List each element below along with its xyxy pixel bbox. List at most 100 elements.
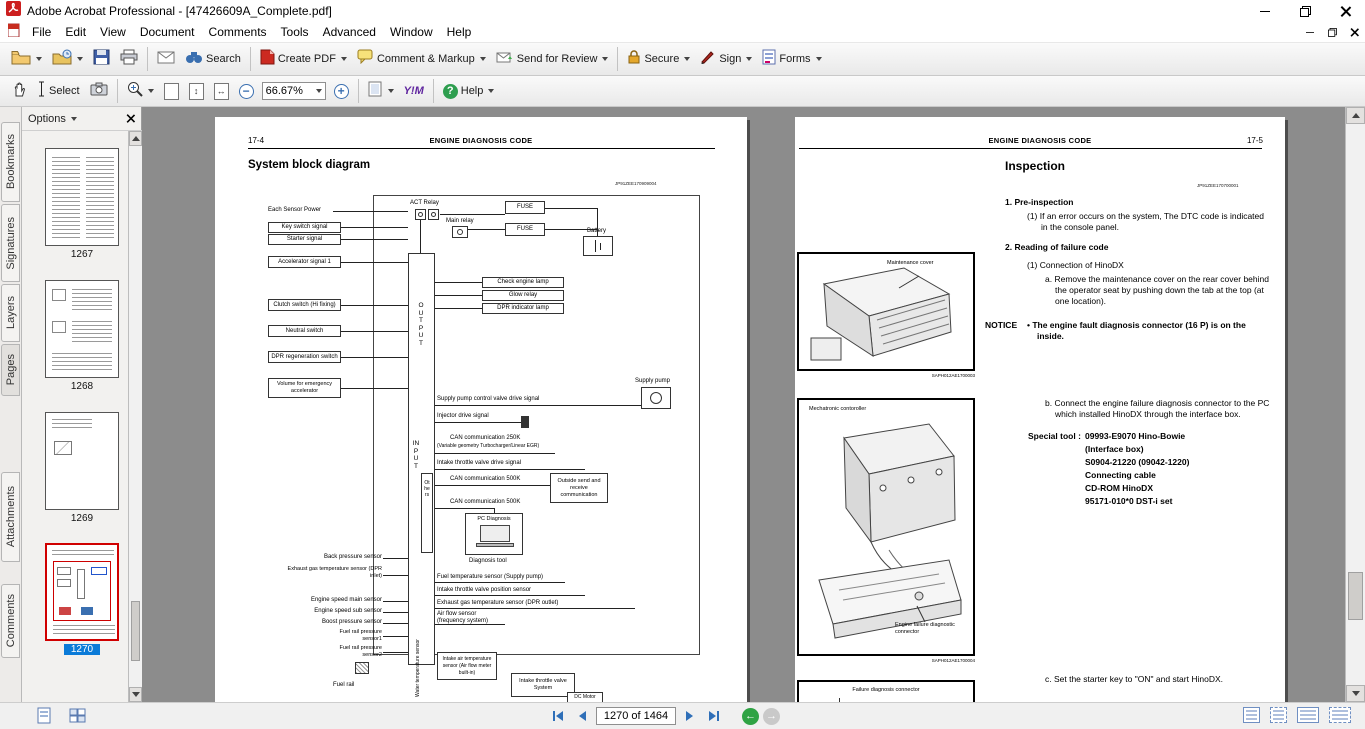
next-page-button[interactable] — [680, 706, 700, 726]
thumbnail-image[interactable] — [45, 543, 119, 641]
scroll-down-button[interactable] — [129, 687, 142, 702]
next-view-button[interactable]: → — [763, 708, 780, 725]
send-for-review-button[interactable]: Send for Review — [491, 46, 614, 72]
previous-view-button[interactable]: ← — [742, 708, 759, 725]
sign-button[interactable]: Sign — [695, 46, 757, 72]
thumbnail-image[interactable] — [45, 280, 119, 378]
page-thumbnail[interactable]: 1268 — [45, 280, 119, 392]
child-close-button[interactable] — [1345, 26, 1363, 39]
email-button[interactable] — [152, 46, 180, 72]
document-scrollbar[interactable] — [1345, 107, 1365, 702]
fit-width-button[interactable]: ↔ — [209, 78, 234, 104]
two-up-view-button[interactable] — [1297, 707, 1319, 723]
file-toolbar: Search Create PDF Comment & Markup Send … — [0, 43, 1365, 76]
fit-width-icon: ↔ — [214, 83, 229, 100]
single-page-view-button[interactable] — [1243, 707, 1260, 723]
close-icon — [1350, 28, 1359, 37]
child-minimize-button[interactable] — [1301, 26, 1319, 39]
two-up-continuous-view-button[interactable] — [1329, 707, 1351, 723]
last-page-button[interactable] — [704, 706, 724, 726]
chevron-down-icon — [816, 57, 822, 61]
zoom-in-button[interactable]: + — [329, 78, 354, 104]
zoom-level-combo[interactable]: 66.67% — [262, 82, 326, 100]
fit-page-button[interactable]: ↕ — [184, 78, 209, 104]
scrollbar-thumb[interactable] — [131, 601, 140, 661]
status-bar: ← → — [0, 702, 1365, 729]
tab-bookmarks[interactable]: Bookmarks — [1, 122, 20, 202]
maximize-button[interactable] — [1285, 0, 1325, 22]
search-button[interactable]: Search — [180, 46, 246, 72]
yahoo-plugin-button[interactable]: Y!M — [399, 78, 429, 104]
close-button[interactable] — [1325, 0, 1365, 22]
thumbnail-image[interactable] — [45, 148, 119, 246]
help-button[interactable]: ?Help — [438, 78, 500, 104]
comment-markup-button[interactable]: Comment & Markup — [352, 46, 491, 72]
tab-layers[interactable]: Layers — [1, 284, 20, 342]
thumbnails-scrollbar[interactable] — [128, 131, 142, 702]
menu-comments[interactable]: Comments — [202, 23, 274, 41]
menu-tools[interactable]: Tools — [274, 23, 316, 41]
actual-size-button[interactable] — [159, 78, 184, 104]
body-text: c. Set the starter key to "ON" and start… — [1045, 674, 1271, 685]
first-page-button[interactable] — [548, 706, 568, 726]
tab-comments[interactable]: Comments — [1, 584, 20, 658]
diagram-box: FUSE — [505, 201, 545, 214]
page-size-icon[interactable] — [36, 707, 53, 729]
panel-close-button[interactable] — [126, 114, 135, 123]
menu-view[interactable]: View — [93, 23, 133, 41]
scroll-down-button[interactable] — [1346, 685, 1365, 702]
diagram-box: Key switch signal — [268, 222, 341, 233]
forms-label: Forms — [779, 53, 810, 65]
scroll-up-button[interactable] — [129, 131, 142, 146]
zoom-out-button[interactable]: − — [234, 78, 259, 104]
menu-document[interactable]: Document — [133, 23, 202, 41]
scrollbar-thumb[interactable] — [1348, 572, 1363, 620]
page-thumbnail-selected[interactable]: 1270 — [45, 543, 119, 655]
tab-pages[interactable]: Pages — [1, 344, 20, 396]
create-pdf-icon — [260, 49, 275, 70]
figure-callout: Maintenance cover — [887, 260, 933, 267]
menu-advanced[interactable]: Advanced — [316, 23, 383, 41]
scroll-up-button[interactable] — [1346, 107, 1365, 124]
open-button[interactable] — [6, 46, 47, 72]
triangle-up-icon — [1352, 113, 1360, 118]
document-area[interactable]: 17-4 ENGINE DIAGNOSIS CODE System block … — [142, 107, 1345, 702]
special-tool-line: 09993-E9070 Hino-Bowie — [1085, 431, 1185, 442]
child-restore-button[interactable] — [1323, 26, 1341, 39]
save-button[interactable] — [88, 46, 115, 72]
pdf-doc-icon — [8, 23, 21, 42]
tab-attachments[interactable]: Attachments — [1, 472, 20, 562]
page-number-input[interactable] — [596, 707, 676, 725]
chevron-down-icon — [36, 57, 42, 61]
page-thumbnail[interactable]: 1269 — [45, 412, 119, 524]
menu-help[interactable]: Help — [440, 23, 479, 41]
layout-grid-icon[interactable] — [69, 707, 86, 729]
select-tool-button[interactable]: Select — [32, 78, 85, 104]
tab-signatures[interactable]: Signatures — [1, 204, 20, 282]
previous-page-button[interactable] — [572, 706, 592, 726]
doc-ref-number: JP91ZEE170909004 — [615, 181, 657, 186]
options-menu-button[interactable]: Options — [28, 113, 66, 125]
secure-button[interactable]: Secure — [622, 46, 695, 72]
help-label: Help — [461, 85, 484, 97]
diagram-label: Fuel rail pressure sensor2 — [322, 645, 382, 659]
menu-window[interactable]: Window — [383, 23, 440, 41]
acrobat-app-icon — [6, 1, 21, 21]
page-thumbnail[interactable]: 1267 — [45, 148, 119, 260]
organizer-button[interactable] — [47, 46, 88, 72]
diagram-box: Clutch switch (Hi fixing) — [268, 299, 341, 311]
zoom-marquee-button[interactable] — [122, 78, 159, 104]
forms-button[interactable]: Forms — [757, 46, 826, 72]
print-button[interactable] — [115, 46, 143, 72]
hand-tool-button[interactable] — [6, 78, 32, 104]
continuous-view-button[interactable] — [1270, 707, 1287, 723]
snapshot-tool-button[interactable] — [85, 78, 113, 104]
menu-edit[interactable]: Edit — [58, 23, 93, 41]
thumbnail-image[interactable] — [45, 412, 119, 510]
menu-file[interactable]: File — [25, 23, 58, 41]
page-display-button[interactable] — [363, 78, 399, 104]
create-pdf-button[interactable]: Create PDF — [255, 46, 352, 72]
tab-layers-label: Layers — [5, 296, 17, 329]
minimize-button[interactable] — [1245, 0, 1285, 22]
diagram-box: Outside send and receive communication — [550, 473, 608, 503]
